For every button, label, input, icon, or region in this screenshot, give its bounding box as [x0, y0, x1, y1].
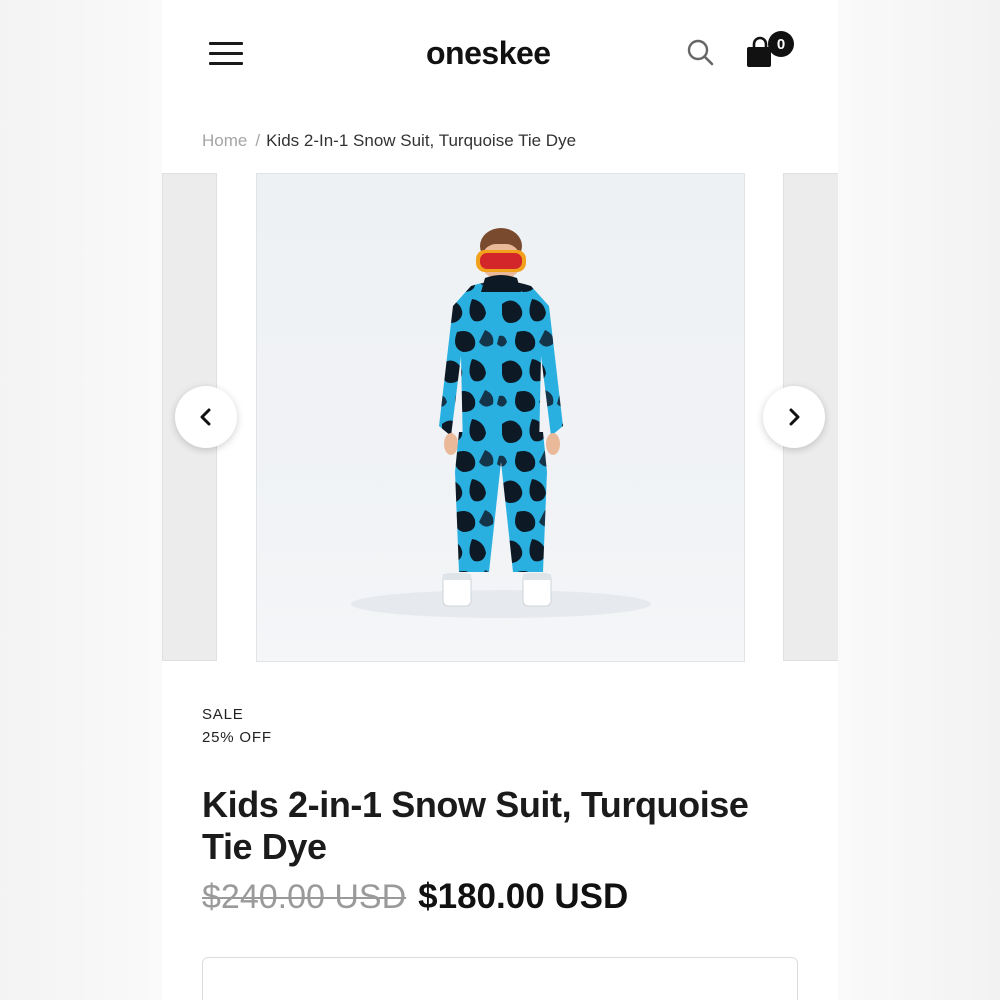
next-image-button[interactable] [763, 386, 825, 448]
discount-label: 25% OFF [202, 729, 272, 746]
store-logo[interactable]: oneskee [426, 35, 551, 72]
hamburger-menu-icon[interactable] [209, 40, 245, 68]
product-photo-illustration [351, 228, 651, 618]
chevron-right-icon [789, 408, 800, 426]
sale-price: $180.00 USD [418, 877, 629, 916]
product-page: oneskee 0 Home / Kids 2-In-1 Snow Suit, Tu… [162, 0, 838, 1000]
search-icon[interactable] [686, 38, 714, 66]
page-background-left [0, 0, 162, 1000]
chevron-left-icon [200, 408, 211, 426]
variant-select[interactable] [202, 957, 798, 1000]
sale-badge: SALE 25% OFF [202, 703, 272, 749]
price-row: $240.00 USD $180.00 USD [202, 877, 628, 917]
original-price: $240.00 USD [202, 878, 407, 916]
page-background-right [838, 0, 1000, 1000]
breadcrumb: Home / Kids 2-In-1 Snow Suit, Turquoise Ti… [202, 131, 576, 151]
product-title: Kids 2-in-1 Snow Suit, Turquoise Tie Dye [202, 784, 749, 867]
product-image[interactable] [256, 173, 745, 662]
sale-label: SALE [202, 706, 244, 723]
previous-image-button[interactable] [175, 386, 237, 448]
breadcrumb-home-link[interactable]: Home [202, 131, 247, 150]
cart-count-badge[interactable]: 0 [768, 31, 794, 57]
breadcrumb-separator: / [255, 131, 261, 150]
breadcrumb-current: Kids 2-In-1 Snow Suit, Turquoise Tie Dye [266, 131, 577, 150]
